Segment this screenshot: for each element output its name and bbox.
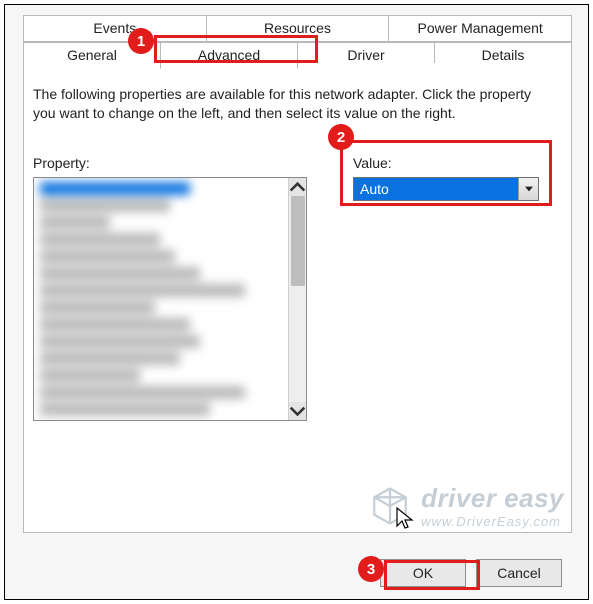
tab-strip: Events Resources Power Management Genera… xyxy=(23,15,572,69)
property-listbox[interactable] xyxy=(33,177,307,421)
properties-dialog: Events Resources Power Management Genera… xyxy=(4,4,589,600)
tab-advanced[interactable]: Advanced xyxy=(160,42,298,69)
scroll-down-icon[interactable] xyxy=(289,402,306,420)
property-scrollbar[interactable] xyxy=(288,178,306,420)
ok-button[interactable]: OK xyxy=(380,559,466,587)
property-label: Property: xyxy=(33,155,90,171)
tab-events[interactable]: Events xyxy=(23,15,207,42)
scroll-thumb[interactable] xyxy=(291,196,305,286)
property-list-items xyxy=(40,182,280,416)
dialog-button-bar: OK Cancel xyxy=(5,559,588,587)
scroll-up-icon[interactable] xyxy=(289,178,306,196)
chevron-down-icon[interactable] xyxy=(518,178,538,200)
tab-power-management[interactable]: Power Management xyxy=(388,15,572,42)
tab-resources[interactable]: Resources xyxy=(206,15,390,42)
value-selected: Auto xyxy=(354,178,518,200)
value-label: Value: xyxy=(353,155,392,171)
cancel-button[interactable]: Cancel xyxy=(476,559,562,587)
description-text: The following properties are available f… xyxy=(33,85,553,123)
value-combobox[interactable]: Auto xyxy=(353,177,539,201)
